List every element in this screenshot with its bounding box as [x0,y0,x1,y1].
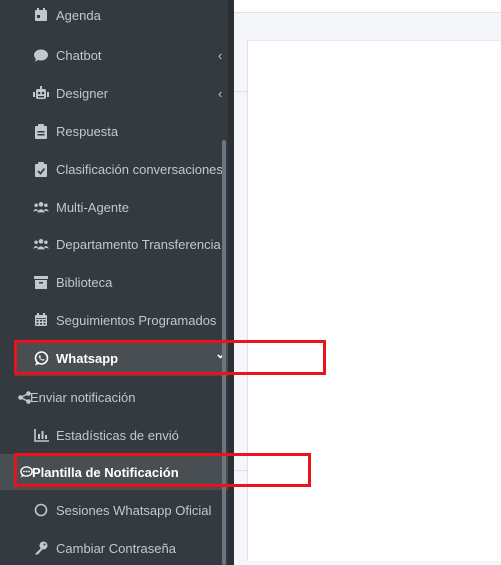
sidebar-item-label: Estadísticas de envió [56,427,179,443]
sidebar-item-respuesta[interactable]: Respuesta [0,113,228,149]
users-icon [33,236,49,252]
circle-icon [33,502,49,518]
sidebar-item-label: Multi-Agente [56,199,129,215]
sidebar-item-label: Agenda [56,7,101,23]
sidebar-item-label: Departamento Transferencia [56,236,221,252]
sidebar-item-designer[interactable]: Designer ‹ [0,75,228,111]
top-navbar [234,0,501,13]
comment-icon [33,47,49,63]
sidebar-item-sesiones[interactable]: Sesiones Whatsapp Oficial [0,492,228,528]
archive-icon [33,274,49,290]
sidebar-item-label: Designer [56,85,109,101]
chevron-left-icon: ‹ [218,85,223,101]
sidebar-item-label: Respuesta [56,123,119,139]
chart-bar-icon [33,427,49,443]
calendar-icon [33,7,49,23]
sidebar-item-multi-agente[interactable]: Multi-Agente [0,189,228,225]
sidebar-item-estadisticas[interactable]: Estadísticas de envió [0,417,228,453]
highlight-box-whatsapp [14,340,326,375]
sidebar-item-label: Sesiones Whatsapp Oficial [56,502,212,518]
robot-icon [33,85,49,101]
clipboard-icon [33,123,49,139]
sidebar-item-label: Seguimientos Programados [56,312,217,328]
divider [234,91,248,92]
sidebar-item-label: Cambiar Contraseña [56,540,176,556]
key-icon [33,540,49,556]
sidebar-item-label: Clasificación conversaciones [56,161,223,177]
sidebar-item-label: Chatbot [56,47,102,63]
users-icon [33,199,49,215]
clipboard-check-icon [33,161,49,177]
sidebar-item-label: Enviar notificación [30,389,136,405]
sidebar-item-chatbot[interactable]: Chatbot ‹ [0,37,228,73]
highlight-box-plantilla [14,453,311,487]
sidebar-item-agenda[interactable]: Agenda [0,0,228,33]
sidebar-item-cambiar-contrasena[interactable]: Cambiar Contraseña [0,530,228,565]
chevron-left-icon: ‹ [218,47,223,63]
sidebar-item-enviar-notificacion[interactable]: Enviar notificación [0,379,228,415]
calendar-grid-icon [33,312,49,328]
sidebar-item-biblioteca[interactable]: Biblioteca [0,264,228,300]
sidebar-item-clasificacion[interactable]: Clasificación conversaciones [0,151,228,187]
sidebar-item-departamento[interactable]: Departamento Transferencia [0,226,228,262]
sidebar-item-seguimientos[interactable]: Seguimientos Programados [0,302,228,338]
sidebar-item-label: Biblioteca [56,274,113,290]
